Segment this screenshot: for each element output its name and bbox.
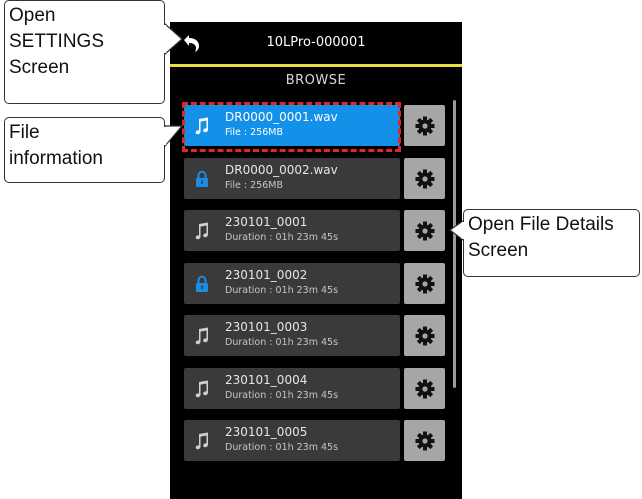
callout-pointers [163, 22, 465, 242]
callout-pointer-file-info [164, 125, 184, 148]
callout-pointer-settings [164, 22, 183, 56]
callout-pointer-file-details [448, 219, 464, 242]
